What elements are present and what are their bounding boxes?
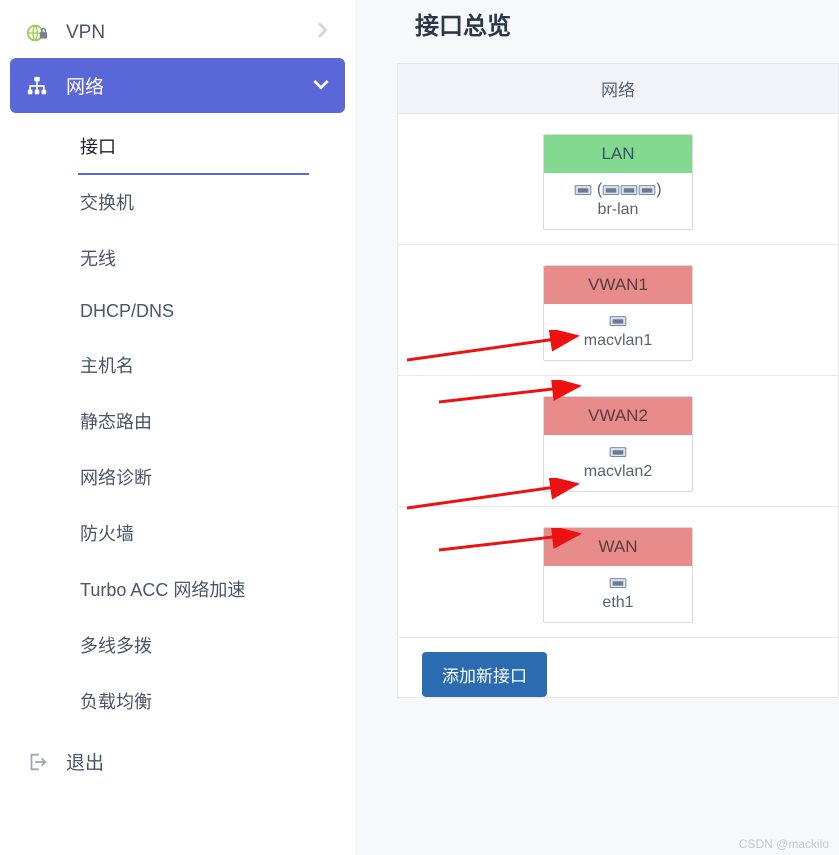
interfaces-panel: 网络 LAN () br-lan [397,63,839,698]
interface-row: VWAN2 macvlan2 [398,376,838,507]
interface-device: eth1 [544,566,692,622]
ethernet-icon [638,183,656,197]
chevron-down-icon [313,75,329,97]
ethernet-icon [620,183,638,197]
interface-box-lan[interactable]: LAN () br-lan [543,134,693,230]
submenu-item-interfaces[interactable]: 接口 [78,119,309,175]
ethernet-icon [574,183,592,197]
sidebar-item-label: VPN [66,22,299,44]
interface-name: LAN [544,135,692,173]
submenu-item-static-routes[interactable]: 静态路由 [78,394,345,450]
sidebar-item-label: 退出 [66,748,329,775]
submenu-item-dhcp-dns[interactable]: DHCP/DNS [78,287,345,338]
sidebar-item-label: 网络 [66,72,295,99]
submenu-item-firewall[interactable]: 防火墙 [78,506,345,562]
sidebar: VPN 网络 接口 交换机 无线 [0,0,355,855]
network-icon [26,75,48,97]
sidebar-item-vpn[interactable]: VPN [10,8,345,58]
add-interface-button[interactable]: 添加新接口 [422,652,547,697]
interface-row: WAN eth1 [398,507,838,638]
submenu-item-load-balance[interactable]: 负载均衡 [78,674,345,730]
interface-name: VWAN2 [544,397,692,435]
interface-device: macvlan1 [544,304,692,360]
sidebar-item-logout[interactable]: 退出 [10,734,345,789]
chevron-right-icon [317,22,329,44]
interface-row: VWAN1 macvlan1 [398,245,838,376]
globe-lock-icon [26,22,48,44]
sidebar-submenu-network: 接口 交换机 无线 DHCP/DNS 主机名 静态路由 网络诊断 防火墙 Tur… [10,113,345,730]
sidebar-item-network[interactable]: 网络 [10,58,345,113]
interface-name: VWAN1 [544,266,692,304]
interface-row: LAN () br-lan [398,114,838,245]
interface-name: WAN [544,528,692,566]
interface-device: () br-lan [544,173,692,229]
watermark: CSDN @mackilo [739,837,829,851]
submenu-item-switch[interactable]: 交换机 [78,175,345,231]
column-header-network: 网络 [398,64,838,114]
main-content: 接口总览 网络 LAN () br-lan [355,0,839,855]
interface-box-vwan2[interactable]: VWAN2 macvlan2 [543,396,693,492]
submenu-item-diagnostics[interactable]: 网络诊断 [78,450,345,506]
interface-box-wan[interactable]: WAN eth1 [543,527,693,623]
interface-box-vwan1[interactable]: VWAN1 macvlan1 [543,265,693,361]
ethernet-icon [609,314,627,328]
ethernet-icon [609,445,627,459]
ethernet-icon [609,576,627,590]
bridge-icon-group: () [548,181,688,199]
submenu-item-turbo-acc[interactable]: Turbo ACC 网络加速 [78,562,345,618]
logout-icon [26,751,48,773]
submenu-item-mwan[interactable]: 多线多拨 [78,618,345,674]
ethernet-icon [602,183,620,197]
interface-device: macvlan2 [544,435,692,491]
page-title: 接口总览 [415,6,839,41]
submenu-item-hostnames[interactable]: 主机名 [78,338,345,394]
submenu-item-wireless[interactable]: 无线 [78,231,345,287]
